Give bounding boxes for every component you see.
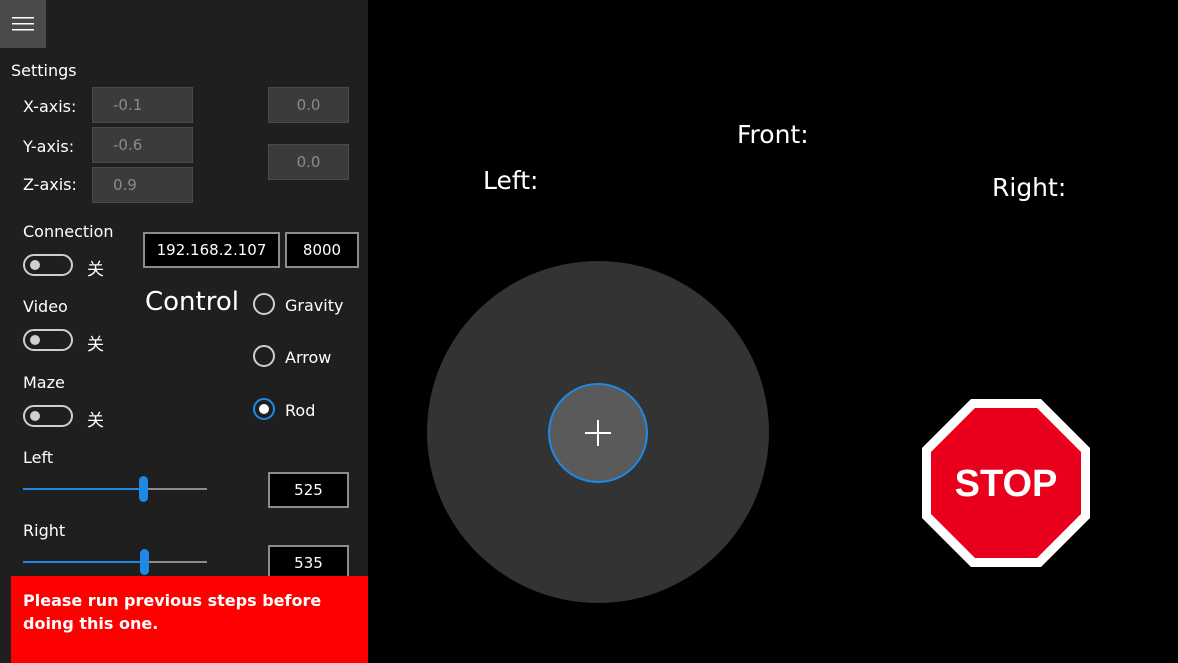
left-sensor-label: Left: (483, 166, 539, 195)
front-sensor-label: Front: (737, 120, 809, 149)
z-axis-value: 0.9 (92, 167, 193, 203)
toggle-knob (30, 260, 40, 270)
hamburger-menu-button[interactable] (0, 0, 46, 48)
z-axis-label: Z-axis: (23, 175, 77, 194)
slider-thumb[interactable] (140, 549, 149, 575)
maze-state: 关 (87, 411, 104, 431)
plus-icon (585, 420, 611, 446)
slider-thumb[interactable] (139, 476, 148, 502)
right-speed-slider[interactable] (23, 547, 207, 577)
ip-address-input[interactable]: 192.168.2.107 (143, 232, 280, 268)
slider-fill (23, 488, 143, 490)
settings-title: Settings (11, 61, 77, 80)
radio-rod-label: Rod (285, 401, 316, 420)
maze-label: Maze (23, 373, 65, 392)
connection-state: 关 (87, 260, 104, 280)
x-axis-value: -0.1 (92, 87, 193, 123)
port-input[interactable]: 8000 (285, 232, 359, 268)
left-speed-input[interactable]: 525 (268, 472, 349, 508)
offset-value-2: 0.0 (268, 144, 349, 180)
toggle-knob (30, 335, 40, 345)
y-axis-label: Y-axis: (23, 137, 75, 156)
right-sensor-label: Right: (992, 173, 1067, 202)
x-axis-label: X-axis: (23, 97, 77, 116)
connection-toggle[interactable] (23, 254, 73, 276)
left-slider-label: Left (23, 448, 54, 467)
radio-arrow-label: Arrow (285, 348, 332, 367)
joystick-knob[interactable] (548, 383, 648, 483)
radio-arrow[interactable] (253, 345, 275, 367)
stop-label: STOP (955, 463, 1058, 505)
right-slider-label: Right (23, 521, 66, 540)
hamburger-menu-icon (12, 17, 34, 31)
toggle-knob (30, 411, 40, 421)
settings-panel: Settings X-axis: Y-axis: Z-axis: -0.1 -0… (0, 0, 368, 663)
y-axis-value: -0.6 (92, 127, 193, 163)
slider-fill (23, 561, 144, 563)
radio-rod[interactable] (253, 398, 275, 420)
error-banner: Please run previous steps before doing t… (11, 576, 368, 663)
video-label: Video (23, 297, 68, 316)
radio-selected-dot (259, 404, 269, 414)
offset-value-1: 0.0 (268, 87, 349, 123)
control-title: Control (145, 287, 239, 317)
radio-gravity[interactable] (253, 293, 275, 315)
radio-gravity-label: Gravity (285, 296, 344, 315)
connection-label: Connection (23, 222, 114, 241)
left-speed-slider[interactable] (23, 474, 207, 504)
video-state: 关 (87, 335, 104, 355)
stop-button[interactable]: STOP (922, 399, 1090, 567)
video-toggle[interactable] (23, 329, 73, 351)
maze-toggle[interactable] (23, 405, 73, 427)
